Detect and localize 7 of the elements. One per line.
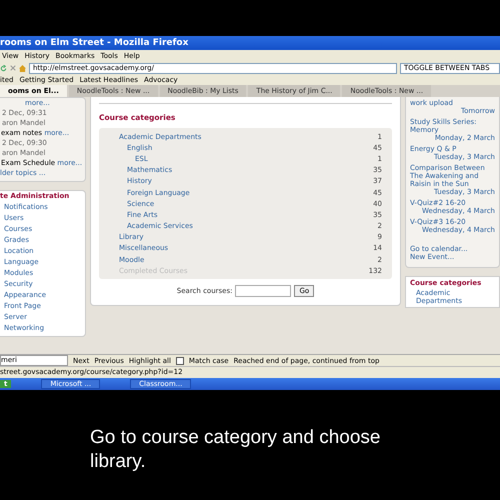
home-icon[interactable]: [19, 64, 26, 72]
search-courses-field[interactable]: [235, 285, 292, 298]
window-title: rooms on Elm Street - Mozilla Firefox: [0, 38, 188, 48]
reload-icon[interactable]: [0, 64, 7, 72]
close-icon[interactable]: [10, 65, 16, 71]
subtitle: Go to course category and choose library.: [90, 426, 382, 474]
match-case-checkbox[interactable]: [176, 356, 184, 364]
